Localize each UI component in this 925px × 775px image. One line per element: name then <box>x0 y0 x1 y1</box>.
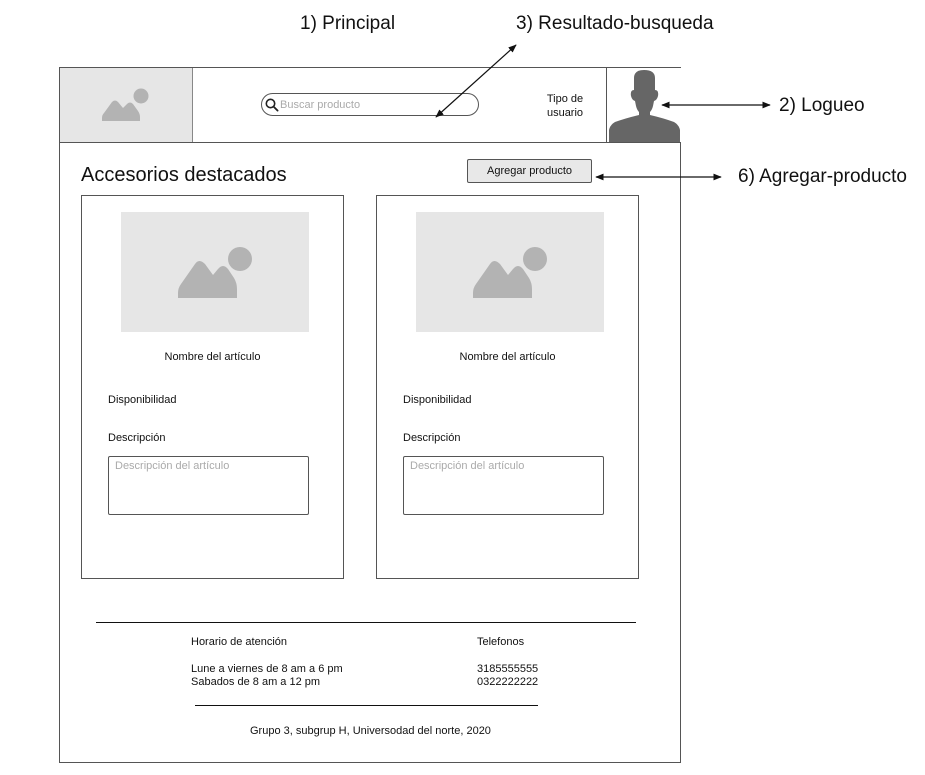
annotation-arrows <box>435 44 771 181</box>
arrow-resultado-busqueda <box>435 44 517 118</box>
